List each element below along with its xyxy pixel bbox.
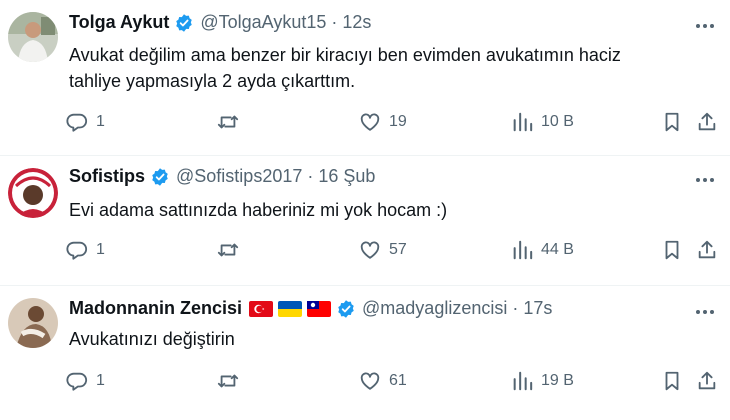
retweet-icon [217,115,239,129]
more-icon[interactable] [694,301,716,323]
more-icon[interactable] [694,15,716,37]
like-count: 57 [389,241,407,258]
separator-dot: · [331,12,338,32]
like-icon [360,113,380,131]
verified-badge-icon [174,13,194,33]
tweet-header: Madonnanin Zencisi @madyaglizencisi · 17… [69,298,552,319]
tweet[interactable]: Tolga Aykut @TolgaAykut15 · 12s Avukat d… [0,0,730,156]
views-icon [513,240,533,260]
tweet-text: Evi adama sattınızda haberiniz mi yok ho… [69,200,448,220]
author-name[interactable]: Madonnanin Zencisi [69,298,242,319]
retweet-icon [217,243,239,257]
more-icon[interactable] [694,169,716,191]
author-handle[interactable]: @Sofistips2017 [176,166,302,187]
bookmark-icon[interactable] [661,367,683,395]
separator-dot: · [307,166,314,186]
share-icon[interactable] [696,108,718,136]
bookmark-icon[interactable] [661,108,683,136]
tweet[interactable]: Madonnanin Zencisi @madyaglizencisi · 17… [0,286,730,420]
timestamp[interactable]: 12s [342,12,371,33]
action-bar: 1 61 19 B [66,367,720,395]
reply-count: 1 [96,241,105,258]
views-icon [513,371,533,391]
tweet[interactable]: Sofistips @Sofistips2017 · 16 Şub Evi ad… [0,156,730,286]
like-button[interactable]: 19 [359,108,407,136]
view-count: 10 B [541,113,574,130]
timestamp[interactable]: 16 Şub [318,166,375,187]
tweet-header: Sofistips @Sofistips2017 · 16 Şub [69,166,375,187]
bookmark-icon[interactable] [661,236,683,264]
retweet-button[interactable] [216,367,248,395]
view-count: 44 B [541,241,574,258]
views-button[interactable]: 44 B [511,236,574,264]
avatar[interactable] [8,298,58,348]
like-count: 19 [389,113,407,130]
reply-count: 1 [96,372,105,389]
reply-icon [66,372,88,391]
share-icon[interactable] [696,367,718,395]
reply-icon [66,113,88,132]
reply-button[interactable]: 1 [66,367,105,395]
avatar[interactable] [8,168,58,218]
tweet-text: Avukatınızı değiştirin [69,329,235,349]
separator-dot: · [512,298,519,318]
like-button[interactable]: 61 [359,367,407,395]
reply-count: 1 [96,113,105,130]
reply-button[interactable]: 1 [66,108,105,136]
verified-badge-icon [150,167,170,187]
action-bar: 1 19 10 B [66,108,720,136]
views-button[interactable]: 19 B [511,367,574,395]
view-count: 19 B [541,372,574,389]
like-button[interactable]: 57 [359,236,407,264]
ukraine-flag-icon [278,300,303,317]
timestamp[interactable]: 17s [523,298,552,319]
author-name[interactable]: Sofistips [69,166,145,187]
tweet-text: Avukat değilim ama benzer bir kiracıyı b… [69,45,621,91]
like-icon [360,241,380,259]
share-icon[interactable] [696,236,718,264]
like-icon [360,372,380,390]
views-button[interactable]: 10 B [511,108,574,136]
retweet-button[interactable] [216,236,248,264]
avatar[interactable] [8,12,58,62]
action-bar: 1 57 44 B [66,236,720,264]
taiwan-flag-icon [307,300,332,317]
reply-icon [66,241,88,260]
author-handle[interactable]: @madyaglizencisi [362,298,507,319]
verified-badge-icon [336,299,356,319]
views-icon [513,112,533,132]
author-handle[interactable]: @TolgaAykut15 [200,12,326,33]
tweet-header: Tolga Aykut @TolgaAykut15 · 12s [69,12,371,33]
retweet-button[interactable] [216,108,248,136]
turkey-flag-icon [249,300,274,317]
reply-button[interactable]: 1 [66,236,105,264]
like-count: 61 [389,372,407,389]
author-name[interactable]: Tolga Aykut [69,12,169,33]
retweet-icon [217,374,239,388]
